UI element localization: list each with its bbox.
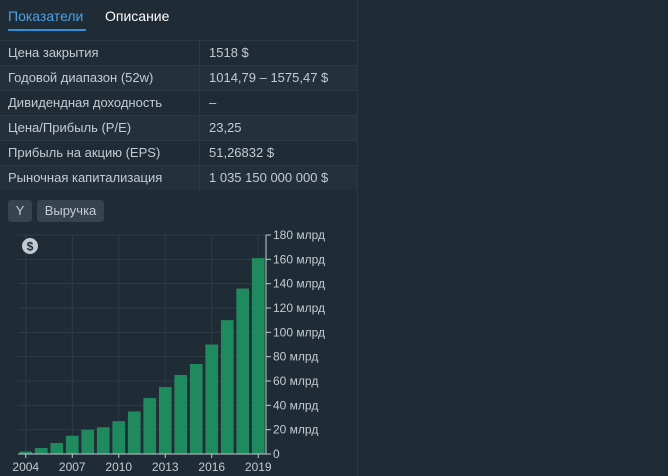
x-tick-label: 2019	[245, 460, 272, 474]
chart-bars	[19, 258, 265, 454]
bar	[189, 363, 203, 454]
currency-badge: $	[22, 238, 38, 254]
row-value: 1014,79 – 1575,47 $	[209, 70, 329, 85]
revenue-chart: 0 20 млрд 40 млрд 60 млрд 80 млрд 100 млрд 120…	[12, 228, 325, 474]
row-label: Цена/Прибыль (P/E)	[8, 120, 132, 135]
tab-bar: Показатели Описание	[0, 0, 357, 40]
bar	[50, 443, 64, 454]
x-axis: 2004 2007 2010 2013 2016 2019	[12, 453, 272, 474]
y-tick-label: 120 млрд	[273, 301, 325, 315]
bar	[174, 374, 188, 454]
row-label: Годовой диапазон (52w)	[8, 70, 154, 85]
table-row: Дивидендная доходность –	[0, 90, 357, 115]
revenue-button[interactable]: Выручка	[37, 200, 104, 222]
bar	[251, 258, 265, 454]
row-value: –	[209, 95, 217, 110]
bar	[81, 429, 95, 454]
y-tick-label: 60 млрд	[273, 374, 318, 388]
table-row: Цена/Прибыль (P/E) 23,25	[0, 115, 357, 140]
y-tick-label: 180 млрд	[273, 228, 325, 242]
row-label: Дивидендная доходность	[8, 95, 163, 110]
x-tick-label: 2007	[59, 460, 86, 474]
bar	[96, 427, 110, 454]
row-label: Рыночная капитализация	[8, 170, 163, 185]
x-tick-label: 2016	[198, 460, 225, 474]
bar	[143, 398, 157, 454]
table-row: Цена закрытия 1518 $	[0, 40, 357, 65]
bar	[34, 447, 48, 454]
bar	[112, 421, 126, 454]
row-value: 1518 $	[209, 45, 249, 60]
bar	[127, 411, 141, 454]
row-value: 23,25	[209, 120, 242, 135]
column-divider	[199, 41, 200, 65]
row-value: 1 035 150 000 000 $	[209, 170, 329, 185]
x-tick-label: 2010	[105, 460, 132, 474]
bar	[205, 344, 219, 454]
bar	[65, 435, 79, 454]
y-tick-label: 80 млрд	[273, 350, 318, 364]
active-tab-indicator	[8, 29, 86, 31]
y-tick-label: 100 млрд	[273, 325, 325, 339]
y-tick-label: 40 млрд	[273, 398, 318, 412]
column-divider	[199, 166, 200, 190]
column-divider	[199, 116, 200, 140]
tab-description[interactable]: Описание	[105, 6, 169, 32]
x-tick-label: 2004	[12, 460, 39, 474]
table-row: Прибыль на акцию (EPS) 51,26832 $	[0, 140, 357, 165]
period-year-button[interactable]: Y	[8, 200, 32, 222]
bar	[220, 320, 234, 454]
table-row: Рыночная капитализация 1 035 150 000 000…	[0, 165, 357, 190]
dollar-icon: $	[27, 240, 34, 254]
y-axis: 0 20 млрд 40 млрд 60 млрд 80 млрд 100 млрд 120…	[265, 228, 325, 461]
row-label: Цена закрытия	[8, 45, 99, 60]
bar	[158, 387, 172, 454]
row-value: 51,26832 $	[209, 145, 275, 160]
row-label: Прибыль на акцию (EPS)	[8, 145, 161, 160]
column-divider	[199, 141, 200, 165]
y-tick-label: 0	[273, 447, 280, 461]
y-tick-label: 140 млрд	[273, 277, 325, 291]
column-divider	[199, 66, 200, 90]
table-row: Годовой диапазон (52w) 1014,79 – 1575,47…	[0, 65, 357, 90]
right-panel	[358, 0, 668, 476]
y-tick-label: 20 млрд	[273, 423, 318, 437]
x-tick-label: 2013	[152, 460, 179, 474]
y-tick-label: 160 млрд	[273, 252, 325, 266]
bar	[236, 288, 250, 454]
column-divider	[199, 91, 200, 115]
stats-table: Цена закрытия 1518 $ Годовой диапазон (5…	[0, 40, 357, 190]
left-panel: Показатели Описание Цена закрытия 1518 $…	[0, 0, 358, 476]
